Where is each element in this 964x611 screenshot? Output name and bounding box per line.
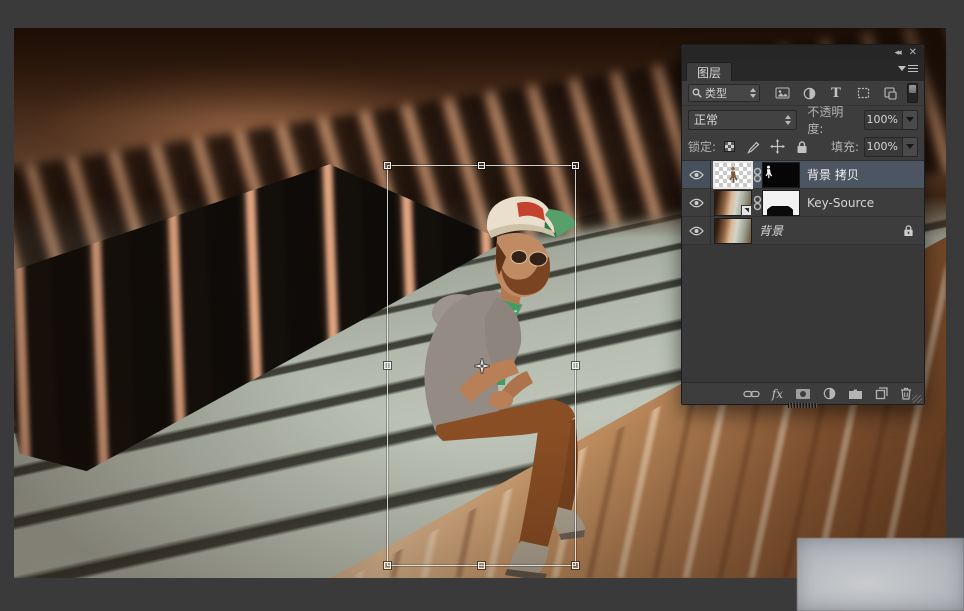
free-transform-box[interactable]: [387, 165, 576, 566]
adjustment-layer-icon[interactable]: [823, 387, 836, 400]
transform-handle-n[interactable]: [478, 162, 485, 169]
panel-corner-grip[interactable]: [912, 395, 922, 403]
filter-type-label: 类型: [705, 85, 747, 101]
select-spinner-icon: [785, 115, 791, 125]
adjustment-filter-icon[interactable]: [801, 86, 817, 101]
fill-value[interactable]: 100%: [864, 137, 902, 157]
layer-name[interactable]: Key-Source: [807, 196, 874, 210]
blend-mode-value: 正常: [694, 111, 785, 128]
lock-label: 锁定:: [688, 138, 716, 155]
layer-list: 背景 拷贝 Key-Source 背景: [682, 160, 924, 245]
shape-filter-icon[interactable]: [855, 86, 871, 101]
layer-thumbnail[interactable]: [715, 191, 751, 215]
mask-link-icon[interactable]: [752, 166, 762, 184]
new-layer-icon[interactable]: [875, 387, 888, 400]
layer-list-empty-area[interactable]: [682, 245, 924, 382]
panel-footer: fx: [682, 382, 924, 404]
filter-icons: T: [774, 86, 898, 101]
add-mask-icon[interactable]: [795, 388, 811, 400]
smart-object-filter-icon[interactable]: [882, 86, 898, 101]
blend-mode-select[interactable]: 正常: [688, 110, 797, 130]
lock-all-icon[interactable]: [794, 140, 809, 154]
link-layers-icon[interactable]: [743, 389, 760, 399]
lock-transparency-icon[interactable]: [722, 140, 737, 154]
panel-titlebar[interactable]: ◂◂ ✕: [682, 45, 924, 61]
background-lock-icon: [903, 224, 914, 237]
select-spinner-icon: [750, 88, 756, 98]
panel-resize-grip[interactable]: [788, 403, 818, 408]
panel-body: 类型 T 正常: [682, 81, 924, 404]
figure-thumbnail-icon: [726, 165, 740, 185]
collapse-panel-icon[interactable]: ◂◂: [895, 49, 900, 58]
transform-handle-se[interactable]: [572, 562, 579, 569]
fill-label: 填充:: [831, 138, 859, 155]
mask-figure-icon: [763, 163, 774, 181]
lock-position-icon[interactable]: [770, 140, 785, 154]
opacity-dropdown-button[interactable]: [902, 110, 918, 130]
transform-center-reference[interactable]: [474, 358, 490, 374]
fill-dropdown-button[interactable]: [902, 137, 918, 157]
layers-panel: ◂◂ ✕ 图层 类型: [681, 44, 925, 405]
close-panel-icon[interactable]: ✕: [909, 48, 917, 58]
new-group-icon[interactable]: [848, 388, 863, 400]
layer-row-background[interactable]: 背景: [682, 217, 924, 245]
transform-handle-sw[interactable]: [384, 562, 391, 569]
layer-mask-thumbnail[interactable]: [763, 191, 799, 215]
lock-pixels-icon[interactable]: [746, 140, 761, 154]
tab-layers[interactable]: 图层: [686, 62, 732, 81]
layer-thumbnail[interactable]: [715, 163, 751, 187]
blend-mode-row: 正常 不透明度: 100%: [682, 106, 924, 133]
panel-menu-icon[interactable]: [898, 65, 918, 72]
layer-name[interactable]: 背景: [759, 222, 783, 239]
layer-thumbnail[interactable]: [715, 219, 751, 243]
lock-row: 锁定: 填充: 100%: [682, 133, 924, 160]
transform-handle-e[interactable]: [572, 362, 579, 369]
layer-row-background-copy[interactable]: 背景 拷贝: [682, 161, 924, 189]
transform-handle-s[interactable]: [478, 562, 485, 569]
tab-layers-label: 图层: [697, 64, 721, 81]
transform-handle-nw[interactable]: [384, 162, 391, 169]
search-icon: [692, 88, 702, 98]
layer-row-key-source[interactable]: Key-Source: [682, 189, 924, 217]
filter-type-select[interactable]: 类型: [688, 84, 760, 102]
smart-object-badge: [741, 205, 752, 216]
transform-handle-w[interactable]: [384, 362, 391, 369]
panel-tabbar: 图层: [682, 61, 924, 81]
filter-toggle-switch[interactable]: [907, 83, 918, 103]
pixel-filter-icon[interactable]: [774, 86, 790, 101]
opacity-label: 不透明度:: [807, 103, 859, 137]
floating-preview-image: [797, 538, 964, 611]
delete-layer-icon[interactable]: [900, 387, 912, 400]
photoshop-workspace: { "window": { "background_color": "#3a3a…: [0, 0, 964, 611]
layer-filter-row: 类型 T: [682, 81, 924, 106]
lock-icons: [722, 140, 809, 154]
mask-link-icon[interactable]: [752, 194, 762, 212]
opacity-value[interactable]: 100%: [864, 110, 902, 130]
visibility-eye-icon[interactable]: [682, 161, 711, 188]
layer-style-icon[interactable]: fx: [772, 387, 783, 401]
layer-mask-thumbnail[interactable]: [763, 163, 799, 187]
transform-handle-ne[interactable]: [572, 162, 579, 169]
layer-name[interactable]: 背景 拷贝: [807, 166, 859, 183]
visibility-eye-icon[interactable]: [682, 189, 711, 216]
type-filter-icon[interactable]: T: [828, 86, 844, 101]
visibility-eye-icon[interactable]: [682, 217, 711, 244]
